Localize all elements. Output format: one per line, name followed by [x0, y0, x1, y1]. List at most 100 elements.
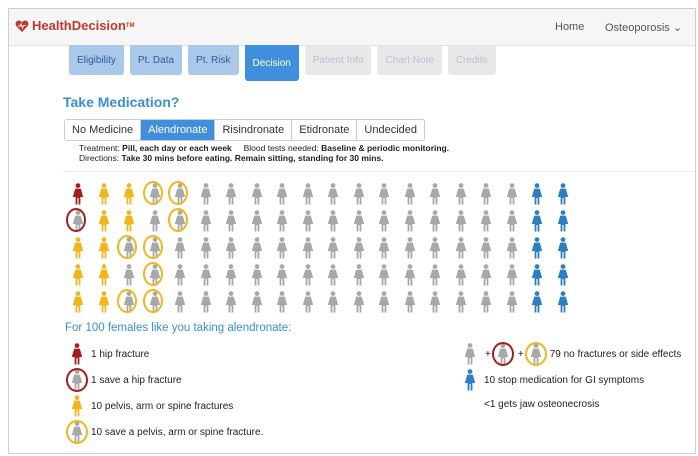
- female-figure-icon: [71, 343, 83, 365]
- pictogram-figure-stop: [551, 208, 575, 234]
- female-figure-icon: [251, 183, 262, 205]
- pictogram-figure-fracture: [92, 262, 116, 288]
- female-figure-icon: [464, 369, 476, 391]
- pictogram-figure-neutral: [372, 289, 396, 315]
- pictogram-figure-neutral: [423, 181, 447, 207]
- pictogram-figure-stop: [551, 235, 575, 261]
- pictogram-figure-neutral: [372, 181, 396, 207]
- female-figure-icon: [251, 291, 262, 313]
- female-figure-icon: [455, 210, 466, 232]
- highlight-ring: [66, 208, 86, 232]
- female-figure-icon: [455, 264, 466, 286]
- pictogram-figure-neutral: [194, 181, 218, 207]
- pictogram-figure-stop: [525, 208, 549, 234]
- pictogram-figure-neutral: [449, 208, 473, 234]
- page-title: Take Medication?: [63, 94, 180, 110]
- pictogram-figure-stop: [525, 181, 549, 207]
- tab-eligibility[interactable]: Eligibility: [69, 45, 124, 75]
- pictogram-figure-save-fracture: [142, 289, 167, 315]
- brand-logo[interactable]: HealthDecision TM: [15, 18, 135, 33]
- med-option-alendronate[interactable]: Alendronate: [141, 120, 216, 140]
- legend-jaw-label: <1 gets jaw osteonecrosis: [484, 398, 600, 410]
- pictogram-figure-neutral: [270, 208, 294, 234]
- female-figure-icon: [276, 264, 288, 286]
- female-figure-icon: [123, 264, 135, 286]
- nav-osteoporosis-dropdown[interactable]: Osteoporosis ⌄: [605, 21, 682, 34]
- female-figure-icon: [531, 183, 543, 205]
- female-figure-icon: [72, 237, 84, 259]
- pictogram-figure-fracture: [92, 208, 116, 234]
- female-figure-icon: [531, 291, 543, 313]
- female-figure-icon: [302, 264, 313, 286]
- med-option-etidronate[interactable]: Etidronate: [292, 120, 358, 140]
- female-figure-icon: [506, 291, 517, 313]
- legend-save-hip-label: 1 save a hip fracture: [91, 374, 182, 386]
- legend-stop: 10 stop medication for GI symptoms: [459, 368, 644, 392]
- female-figure-icon: [480, 183, 492, 205]
- pictogram-figure-fracture: [66, 289, 90, 315]
- pictogram-figure-neutral: [449, 235, 473, 261]
- pictogram-figure-neutral: [398, 262, 422, 288]
- pictogram-figure-fracture: [92, 289, 116, 315]
- pictogram-figure-neutral: [347, 181, 371, 207]
- tab-patient-info[interactable]: Patient Info: [304, 45, 372, 75]
- treatment-value: Pill, each day or each week: [122, 143, 232, 153]
- med-option-undecided[interactable]: Undecided: [357, 120, 424, 140]
- pictogram-figure-neutral: [194, 262, 218, 288]
- female-figure-icon: [98, 264, 109, 286]
- med-option-risindronate[interactable]: Risindronate: [215, 120, 293, 140]
- pictogram-figure-neutral: [321, 208, 345, 234]
- pictogram-figure-neutral: [296, 289, 320, 315]
- plus-sign: +: [485, 348, 491, 360]
- pictogram-figure-fracture: [117, 181, 141, 207]
- pictogram-figure-stop: [551, 262, 575, 288]
- female-figure-icon: [71, 395, 83, 417]
- female-figure-icon: [506, 183, 517, 205]
- female-figure-icon: [225, 210, 237, 232]
- female-figure-icon: [429, 237, 441, 259]
- tab-decision[interactable]: Decision: [244, 45, 299, 81]
- pictogram-figure-neutral: [372, 208, 396, 234]
- highlight-ring: [168, 208, 188, 232]
- treatment-label: Treatment:: [79, 143, 120, 153]
- pictogram-figure-neutral: [474, 289, 498, 315]
- pictogram-figure-stop: [525, 289, 549, 315]
- female-figure-icon: [506, 237, 517, 259]
- pictogram-figure-save-fracture: [168, 181, 192, 207]
- tab-pt-risk[interactable]: Pt. Risk: [188, 45, 239, 75]
- female-figure-icon: [557, 237, 568, 259]
- pictogram-figure-neutral: [219, 235, 243, 261]
- pictogram-figure-neutral: [245, 289, 269, 315]
- pictogram-figure-neutral: [372, 235, 396, 261]
- female-figure-icon: [531, 210, 543, 232]
- female-figure-icon: [302, 183, 313, 205]
- female-figure-icon: [327, 264, 339, 286]
- female-figure-icon: [455, 291, 466, 313]
- brand-name: HealthDecision: [32, 18, 126, 33]
- female-figure-icon: [225, 291, 237, 313]
- highlight-ring: [491, 342, 514, 366]
- med-option-no-medicine[interactable]: No Medicine: [65, 120, 142, 140]
- female-figure-icon: [200, 210, 211, 232]
- female-figure-icon: [531, 237, 543, 259]
- female-figure-icon: [353, 183, 364, 205]
- legend-stop-icon: [459, 368, 481, 392]
- nav-home-link[interactable]: Home: [555, 21, 584, 33]
- pictogram-figure-neutral: [245, 181, 269, 207]
- legend-jaw-spacer: [459, 392, 481, 416]
- pictogram-figure-fracture: [92, 235, 116, 261]
- tab-pt-data[interactable]: Pt. Data: [129, 45, 183, 75]
- female-figure-icon: [464, 343, 476, 365]
- pictogram-figure-save-fracture: [168, 208, 192, 234]
- female-figure-icon: [404, 291, 415, 313]
- pictogram-figure-neutral: [474, 181, 498, 207]
- pictogram-figure-save-fracture: [117, 235, 141, 261]
- highlight-ring: [142, 235, 163, 259]
- tab-credits[interactable]: Credits: [447, 45, 496, 75]
- female-figure-icon: [506, 264, 517, 286]
- female-figure-icon: [429, 291, 441, 313]
- female-figure-icon: [251, 264, 262, 286]
- tab-chart-note[interactable]: Chart Note: [377, 45, 442, 75]
- pictogram-figure-neutral: [449, 262, 473, 288]
- pictogram-figure-hip: [66, 181, 90, 207]
